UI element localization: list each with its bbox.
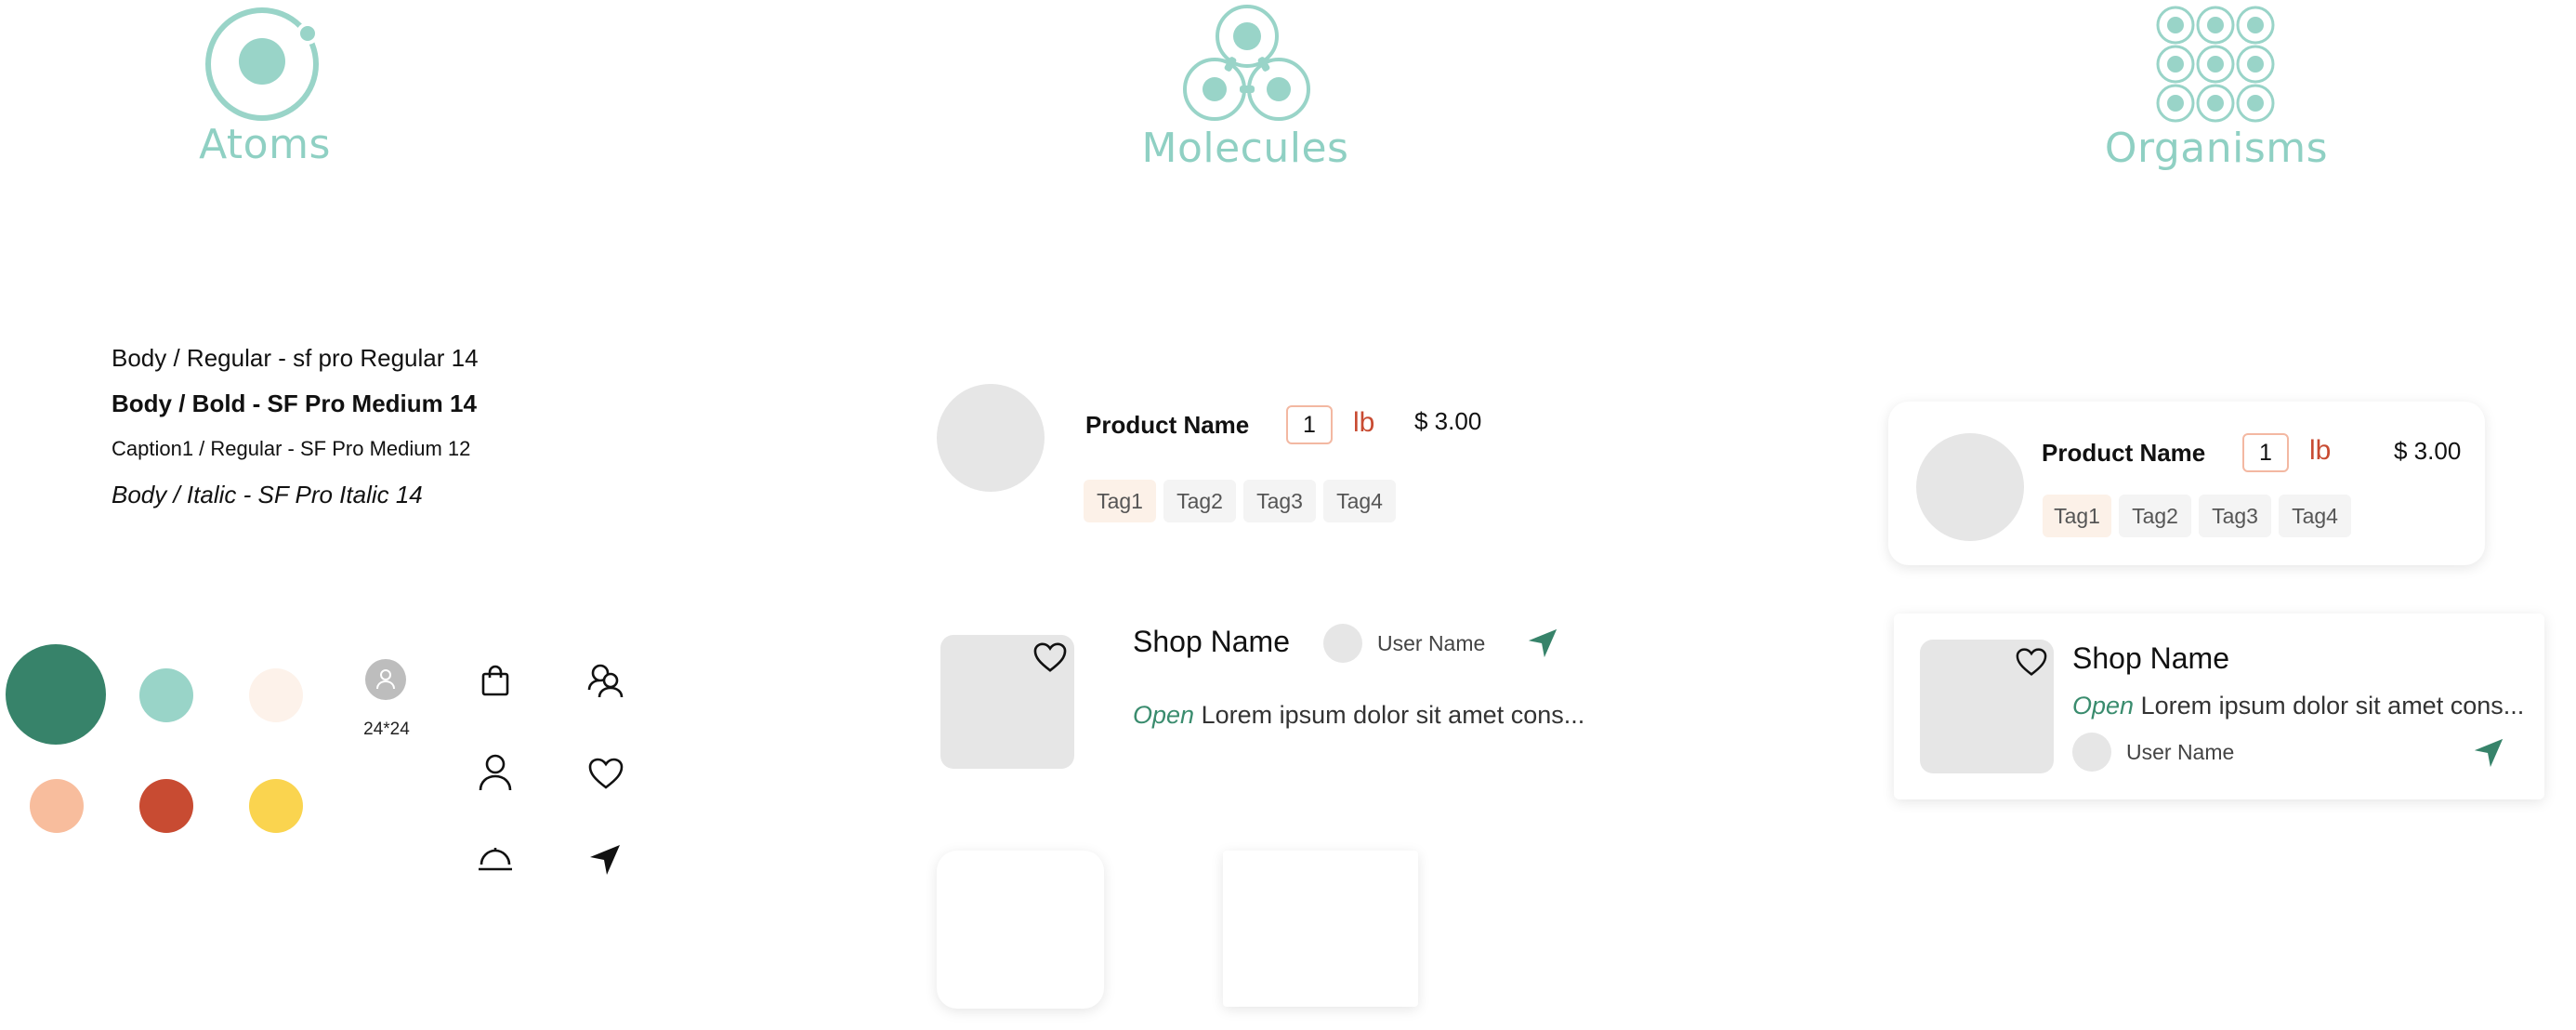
molecules-title: Molecules (1141, 125, 1349, 172)
tag-chip[interactable]: Tag3 (1243, 480, 1316, 522)
user-silhouette-icon (376, 669, 395, 690)
navigation-arrow-icon[interactable] (2472, 736, 2505, 770)
card-container-rounded (937, 851, 1104, 1009)
tag-chip[interactable]: Tag3 (2199, 495, 2271, 537)
shop-description: Open Lorem ipsum dolor sit amet cons... (1133, 701, 1584, 730)
product-name: Product Name (2042, 439, 2206, 467)
organisms-logo-icon (2156, 6, 2275, 123)
product-image-placeholder (937, 384, 1045, 492)
color-swatch-rust (139, 779, 193, 833)
open-status: Open (2072, 692, 2135, 720)
quantity-input[interactable]: 1 (1286, 405, 1333, 444)
typography-caption: Caption1 / Regular - SF Pro Medium 12 (112, 437, 471, 460)
tag-chip[interactable]: Tag2 (2119, 495, 2191, 537)
shopping-bag-icon (481, 665, 509, 696)
tag-chip[interactable]: Tag1 (1084, 480, 1156, 522)
users-icon (587, 664, 624, 698)
atoms-title: Atoms (199, 121, 331, 168)
molecules-logo-icon (1183, 5, 1310, 121)
atoms-logo-icon (205, 7, 319, 121)
quantity-input[interactable]: 1 (2242, 433, 2289, 472)
tag-chip[interactable]: Tag2 (1163, 480, 1236, 522)
user-name: User Name (2126, 740, 2235, 764)
organisms-title: Organisms (2104, 125, 2329, 172)
product-card[interactable]: Product Name 1 lb $ 3.00 Tag1 Tag2 Tag3 … (1888, 402, 2485, 565)
tag-chip[interactable]: Tag1 (2043, 495, 2111, 537)
color-swatch-primary-dark (6, 644, 106, 745)
tag-chip[interactable]: Tag4 (2279, 495, 2351, 537)
product-name: Product Name (1085, 411, 1250, 439)
avatar (365, 659, 406, 700)
shop-name: Shop Name (1133, 625, 1290, 658)
color-swatch-yellow (249, 779, 303, 833)
shop-description-text: Lorem ipsum dolor sit amet cons... (2140, 692, 2525, 720)
user-avatar (1323, 624, 1362, 663)
shop-name: Shop Name (2072, 641, 2229, 675)
shop-description: Open Lorem ipsum dolor sit amet cons... (2072, 692, 2524, 720)
card-container-square (1223, 851, 1418, 1007)
user-name: User Name (1377, 631, 1486, 655)
navigation-arrow-icon[interactable] (1526, 627, 1559, 660)
heart-icon (588, 758, 624, 789)
navigation-arrow-icon (590, 845, 620, 875)
color-swatch-peach (30, 779, 84, 833)
avatar-size-label: 24*24 (363, 720, 410, 739)
typography-body-bold: Body / Bold - SF Pro Medium 14 (112, 390, 477, 417)
heart-icon[interactable] (2015, 647, 2048, 677)
unit-label: lb (1353, 407, 1375, 438)
unit-label: lb (2309, 435, 2332, 466)
heart-icon[interactable] (1032, 641, 1068, 673)
typography-body-regular: Body / Regular - sf pro Regular 14 (112, 344, 479, 372)
product-image-placeholder (1916, 433, 2024, 541)
typography-body-italic: Body / Italic - SF Pro Italic 14 (112, 481, 423, 508)
shop-card[interactable]: Shop Name Open Lorem ipsum dolor sit ame… (1894, 614, 2544, 799)
color-swatch-cream (249, 668, 303, 722)
product-price: $ 3.00 (1414, 407, 1482, 435)
color-swatch-mint (139, 668, 193, 722)
user-avatar (2072, 733, 2111, 772)
shop-description-text: Lorem ipsum dolor sit amet cons... (1201, 701, 1585, 729)
user-icon (479, 754, 512, 791)
product-price: $ 3.00 (2394, 437, 2462, 465)
tag-chip[interactable]: Tag4 (1323, 480, 1396, 522)
cloche-icon (479, 848, 512, 871)
open-status: Open (1133, 701, 1195, 729)
